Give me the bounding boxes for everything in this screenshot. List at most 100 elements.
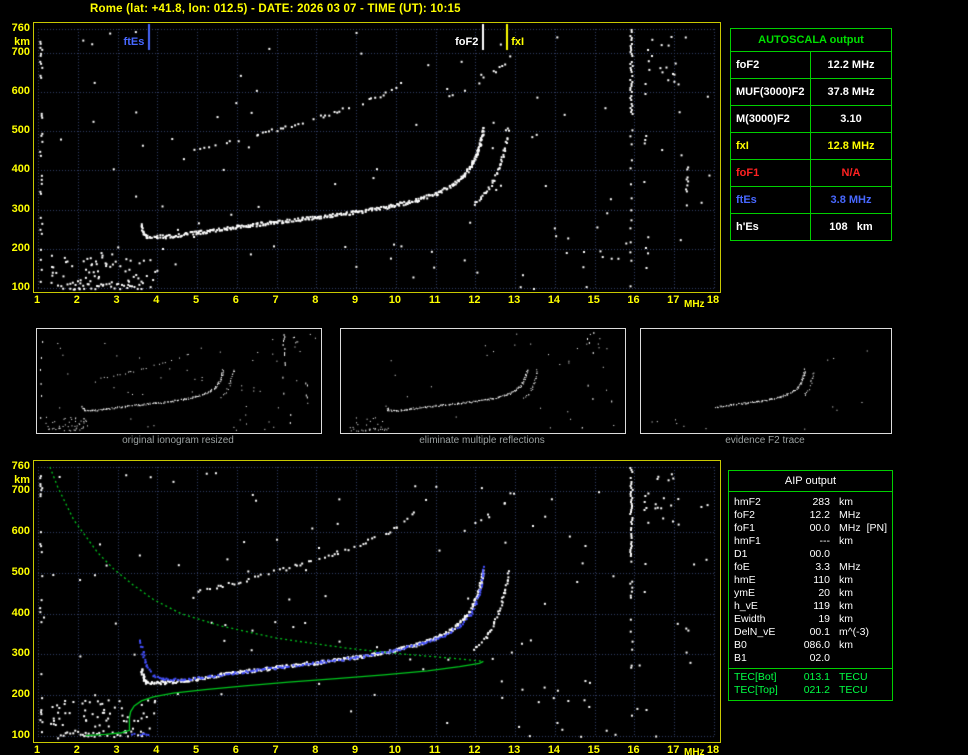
thumbnail-original-canvas (37, 329, 321, 433)
autoscala-label-fof1: foF1 (731, 160, 811, 186)
aip-label-tectop: TEC[Top] (734, 684, 778, 696)
x-axis-tick-label: 11 (428, 744, 441, 755)
x-axis-tick-label: 16 (627, 744, 640, 755)
top-ionogram-panel (33, 22, 721, 293)
aip-value-tectop: 021.2 (803, 684, 830, 696)
autoscala-label-ftes: ftEs (731, 187, 811, 213)
autoscala-value-fof1: N/A (841, 167, 861, 179)
autoscala-row-fof2: foF2 12.2 MHz (731, 52, 891, 79)
aip-unit-hve: km (839, 600, 853, 612)
page-title: Rome (lat: +41.8, lon: 012.5) - DATE: 20… (90, 3, 461, 15)
x-axis-tick-label: 9 (352, 294, 359, 306)
aip-table-rows: hmF2 283 km foF2 12.2 MHz foF1 00.0 MHz [PN] hmF1 -… (729, 496, 892, 665)
aip-label-hmf1: hmF1 (734, 535, 761, 547)
aip-value-b1: 02.0 (809, 652, 830, 664)
x-axis-tick-label: 2 (73, 744, 80, 755)
aip-unit-fof1: MHz (839, 522, 861, 534)
x-axis-tick-label: 8 (312, 294, 319, 306)
thumbnail-f2-trace (640, 328, 892, 434)
aip-label-hve: h_vE (734, 600, 758, 612)
bottom-ionogram-canvas (34, 461, 720, 742)
thumbnail-f2-trace-canvas (641, 329, 891, 433)
aip-value-hmf1: --- (819, 535, 831, 547)
x-axis-tick-label: 11 (428, 294, 441, 306)
autoscala-value-fxi: 12.8 MHz (827, 140, 875, 152)
x-axis-tick-label: 8 (312, 744, 319, 755)
aip-value-yme: 20 (818, 587, 830, 599)
x-axis-tick-label: 15 (587, 294, 600, 306)
thumbnail-multiple-reflections (340, 328, 626, 434)
x-axis-tick-label: 6 (232, 744, 239, 755)
aip-label-fof1: foF1 (734, 522, 756, 534)
x-axis-tick-label: 14 (547, 294, 561, 306)
x-axis-tick-label: 10 (388, 294, 401, 306)
y-axis-tick-label: 600 (11, 525, 30, 538)
x-axis-tick-label: 1 (33, 744, 41, 755)
marker-label-fxI: fxI (511, 36, 525, 48)
aip-row-hme: hmE 110 km (729, 574, 892, 587)
x-axis-tick-label: 5 (192, 744, 200, 755)
aip-label-hme: hmE (734, 574, 756, 586)
aip-row-foe: foE 3.3 MHz (729, 561, 892, 574)
aip-label-delnve: DelN_vE (734, 626, 776, 638)
x-axis-tick-label: 13 (508, 294, 521, 306)
marker-label-ftEs: ftEs (123, 36, 145, 48)
x-axis-tick-label: 12 (468, 294, 481, 306)
aip-value-foe: 3.3 (815, 561, 830, 573)
autoscala-value-ftes: 3.8 MHz (830, 194, 872, 206)
aip-label-b1: B1 (734, 652, 747, 664)
y-axis-tick-label: 400 (11, 163, 30, 176)
y-axis-tick-label: 100 (11, 729, 30, 741)
aip-row-b0: B0 086.0 km (729, 639, 892, 652)
x-axis-tick-label: 15 (587, 744, 600, 755)
aip-value-ewidth: 19 (818, 613, 830, 625)
aip-row-ewidth: Ewidth 19 km (729, 613, 892, 626)
aip-row-yme: ymE 20 km (729, 587, 892, 600)
x-axis-tick-label: 18 (706, 744, 720, 755)
autoscala-label-muf3000f2: MUF(3000)F2 (731, 79, 811, 105)
x-axis-tick-label: 17 (667, 744, 680, 755)
autoscala-output-table: AUTOSCALA output foF2 12.2 MHz MUF(3000)F2… (730, 28, 892, 241)
autoscala-label-fxi: fxI (731, 133, 811, 159)
autoscala-label-fof2: foF2 (731, 52, 811, 78)
aip-value-hve: 119 (813, 600, 830, 612)
y-axis-tick-label: 760 (11, 460, 30, 472)
aip-label-b0: B0 (734, 639, 747, 651)
autoscala-row-m3000f2: M(3000)F2 3.10 (731, 106, 891, 133)
x-axis-tick-label: 9 (352, 744, 359, 755)
aip-output-table: AIP output hmF2 283 km foF2 12.2 MHz foF1 00.0 M… (728, 470, 893, 701)
autoscala-table-rows: foF2 12.2 MHz MUF(3000)F2 37.8 MHz M(3000)F2… (731, 52, 891, 240)
y-axis-tick-label: 200 (11, 241, 30, 254)
aip-label-fof2: foF2 (734, 509, 756, 521)
thumbnail-multiple-reflections-canvas (341, 329, 625, 433)
aip-row-tecbot: TEC[Bot] 013.1 TECU (729, 671, 892, 684)
x-axis-unit-label: MHz (684, 747, 705, 755)
aip-unit-hmf2: km (839, 496, 853, 508)
y-axis-tick-label: 500 (11, 565, 30, 578)
x-axis-tick-label: 13 (508, 744, 521, 755)
aip-label-d1: D1 (734, 548, 748, 560)
y-axis-tick-label: 760 (11, 22, 30, 34)
aip-row-hmf1: hmF1 --- km (729, 535, 892, 548)
x-axis-tick-label: 14 (547, 744, 561, 755)
autoscala-label-m3000f2: M(3000)F2 (731, 106, 811, 132)
autoscala-value-hes: 108 km (829, 221, 873, 233)
x-axis-tick-label: 12 (468, 744, 481, 755)
thumbnail-original-ionogram (36, 328, 322, 434)
aip-unit-hmf1: km (839, 535, 853, 547)
aip-row-tectop: TEC[Top] 021.2 TECU (729, 684, 892, 697)
aip-unit-fof2: MHz (839, 509, 861, 521)
aip-table-title: AIP output (729, 471, 892, 492)
autoscala-row-muf3000f2: MUF(3000)F2 37.8 MHz (731, 79, 891, 106)
aip-tec-section: TEC[Bot] 013.1 TECU TEC[Top] 021.2 TECU (729, 668, 892, 697)
aip-unit-ewidth: km (839, 613, 853, 625)
x-axis-tick-label: 6 (232, 294, 239, 306)
aip-unit-b0: km (839, 639, 853, 651)
autoscala-row-ftes: ftEs 3.8 MHz (731, 187, 891, 214)
aip-value-tecbot: 013.1 (803, 671, 830, 683)
aip-row-hve: h_vE 119 km (729, 600, 892, 613)
autoscala-table-title: AUTOSCALA output (731, 29, 891, 52)
autoscala-value-fof2: 12.2 MHz (827, 59, 875, 71)
aip-unit-delnve: m^(-3) (839, 626, 870, 638)
caption-multiple-reflections: eliminate multiple reflections (419, 435, 545, 446)
